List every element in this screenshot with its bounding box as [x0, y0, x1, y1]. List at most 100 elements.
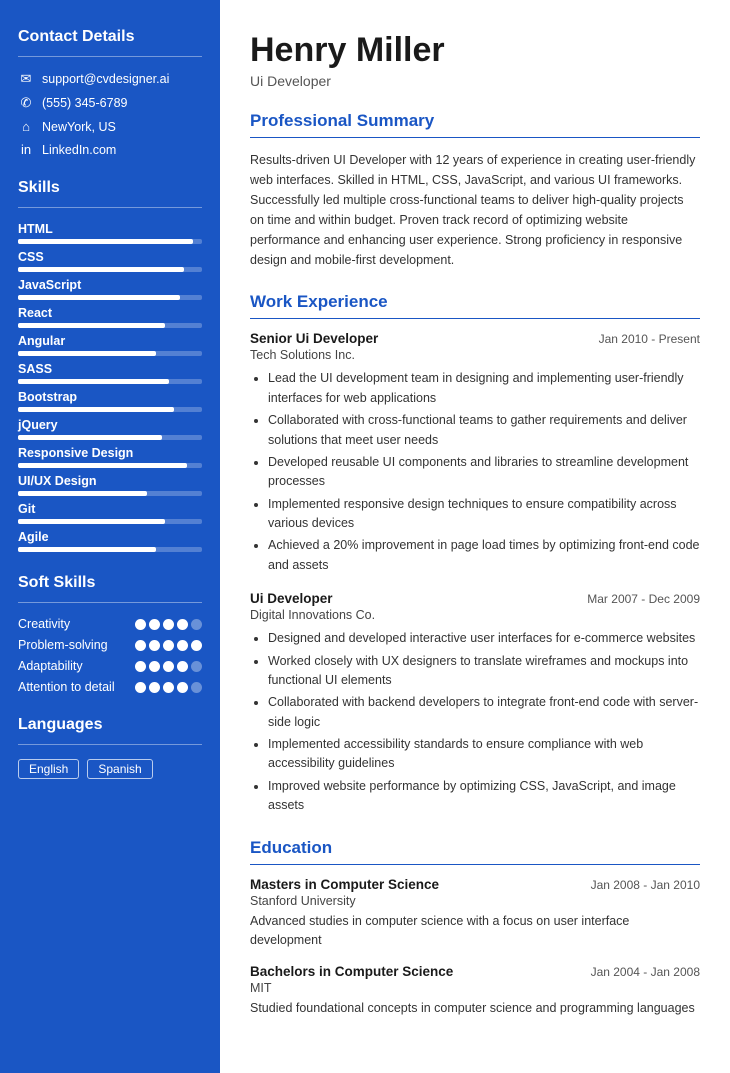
skill-name: Bootstrap — [18, 390, 202, 404]
languages-section: Languages English Spanish — [18, 716, 202, 779]
skill-item: HTML — [18, 222, 202, 244]
skill-bar-fill — [18, 267, 184, 272]
skill-name: UI/UX Design — [18, 474, 202, 488]
skill-bar-bg — [18, 435, 202, 440]
soft-skill-name: Attention to detail — [18, 680, 135, 694]
skill-bar-bg — [18, 463, 202, 468]
language-tag: Spanish — [87, 759, 152, 779]
job-bullet: Collaborated with cross-functional teams… — [268, 411, 700, 450]
job-bullet: Designed and developed interactive user … — [268, 629, 700, 648]
skill-dots — [135, 619, 202, 630]
language-tags: English Spanish — [18, 759, 202, 779]
job-bullet: Achieved a 20% improvement in page load … — [268, 536, 700, 575]
edu-dates: Jan 2008 - Jan 2010 — [591, 878, 700, 892]
skill-bar-fill — [18, 519, 165, 524]
main-content: Henry Miller Ui Developer Professional S… — [220, 0, 730, 1073]
dot — [177, 661, 188, 672]
professional-summary-title: Professional Summary — [250, 111, 700, 131]
skill-bar-fill — [18, 351, 156, 356]
skill-bar-fill — [18, 463, 187, 468]
work-experience-section: Work Experience Senior Ui Developer Jan … — [250, 292, 700, 815]
dot — [191, 682, 202, 693]
job-header: Ui Developer Mar 2007 - Dec 2009 — [250, 591, 700, 606]
professional-summary-section: Professional Summary Results-driven UI D… — [250, 111, 700, 270]
edu-header: Masters in Computer Science Jan 2008 - J… — [250, 877, 700, 892]
skill-bar-fill — [18, 407, 174, 412]
languages-divider — [18, 744, 202, 745]
job-header: Senior Ui Developer Jan 2010 - Present — [250, 331, 700, 346]
dot — [149, 661, 160, 672]
resume-wrapper: Contact Details ✉ support@cvdesigner.ai … — [0, 0, 730, 1073]
skill-item: JavaScript — [18, 278, 202, 300]
job-title: Ui Developer — [250, 591, 333, 606]
skill-name: CSS — [18, 250, 202, 264]
contact-title: Contact Details — [18, 28, 202, 46]
dot — [177, 682, 188, 693]
skill-item: UI/UX Design — [18, 474, 202, 496]
skill-name: Responsive Design — [18, 446, 202, 460]
job-bullet: Lead the UI development team in designin… — [268, 369, 700, 408]
dot — [135, 682, 146, 693]
job-bullets: Lead the UI development team in designin… — [250, 369, 700, 575]
job-bullet: Implemented responsive design techniques… — [268, 495, 700, 534]
job-company: Digital Innovations Co. — [250, 608, 700, 622]
soft-skills-section: Soft Skills CreativityProblem-solvingAda… — [18, 574, 202, 694]
skill-item: jQuery — [18, 418, 202, 440]
skill-bar-fill — [18, 239, 193, 244]
soft-skill-row: Attention to detail — [18, 680, 202, 694]
skill-item: React — [18, 306, 202, 328]
skill-bar-fill — [18, 295, 180, 300]
edu-degree: Bachelors in Computer Science — [250, 964, 453, 979]
dot — [135, 619, 146, 630]
edu-description: Studied foundational concepts in compute… — [250, 999, 700, 1018]
education-section: Education Masters in Computer Science Ja… — [250, 838, 700, 1019]
contact-email: ✉ support@cvdesigner.ai — [18, 71, 202, 87]
dot — [191, 619, 202, 630]
skill-name: jQuery — [18, 418, 202, 432]
skill-name: HTML — [18, 222, 202, 236]
dot — [163, 682, 174, 693]
sidebar: Contact Details ✉ support@cvdesigner.ai … — [0, 0, 220, 1073]
dot — [177, 619, 188, 630]
skill-bar-bg — [18, 295, 202, 300]
skills-section: Skills HTML CSS JavaScript React Angular… — [18, 179, 202, 552]
skill-bar-bg — [18, 491, 202, 496]
professional-summary-divider — [250, 137, 700, 138]
education-entry: Bachelors in Computer Science Jan 2004 -… — [250, 964, 700, 1018]
skill-name: Angular — [18, 334, 202, 348]
dot — [149, 640, 160, 651]
soft-skills-list: CreativityProblem-solvingAdaptabilityAtt… — [18, 617, 202, 694]
dot — [135, 661, 146, 672]
skill-item: CSS — [18, 250, 202, 272]
job-bullets: Designed and developed interactive user … — [250, 629, 700, 815]
job-title: Senior Ui Developer — [250, 331, 378, 346]
skill-bar-bg — [18, 351, 202, 356]
email-icon: ✉ — [18, 71, 34, 87]
skill-bar-bg — [18, 407, 202, 412]
soft-skills-divider — [18, 602, 202, 603]
edu-description: Advanced studies in computer science wit… — [250, 912, 700, 951]
languages-title: Languages — [18, 716, 202, 734]
contact-phone: ✆ (555) 345-6789 — [18, 95, 202, 111]
skill-bar-bg — [18, 379, 202, 384]
skill-name: JavaScript — [18, 278, 202, 292]
dot — [149, 682, 160, 693]
dot — [191, 661, 202, 672]
jobs-list: Senior Ui Developer Jan 2010 - Present T… — [250, 331, 700, 815]
soft-skill-name: Creativity — [18, 617, 135, 631]
contact-location: ⌂ NewYork, US — [18, 119, 202, 134]
skill-name: SASS — [18, 362, 202, 376]
soft-skill-row: Problem-solving — [18, 638, 202, 652]
job-dates: Jan 2010 - Present — [599, 332, 700, 346]
skill-item: Bootstrap — [18, 390, 202, 412]
professional-summary-text: Results-driven UI Developer with 12 year… — [250, 150, 700, 270]
skills-title: Skills — [18, 179, 202, 197]
skill-name: Git — [18, 502, 202, 516]
skills-divider — [18, 207, 202, 208]
skill-item: Agile — [18, 530, 202, 552]
edu-degree: Masters in Computer Science — [250, 877, 439, 892]
phone-icon: ✆ — [18, 95, 34, 111]
language-tag: English — [18, 759, 79, 779]
contact-section: Contact Details ✉ support@cvdesigner.ai … — [18, 28, 202, 157]
edu-school: MIT — [250, 981, 700, 995]
